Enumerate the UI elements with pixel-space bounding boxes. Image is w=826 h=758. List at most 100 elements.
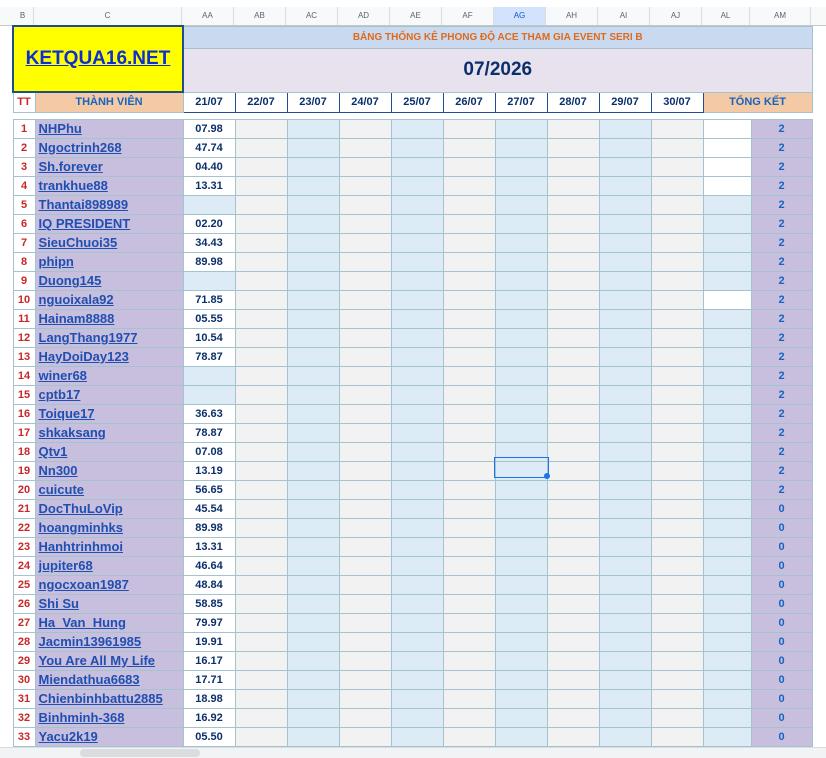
- score-cell[interactable]: [598, 308, 652, 329]
- score-cell[interactable]: [494, 403, 548, 424]
- score-cell[interactable]: [598, 175, 652, 196]
- score-cell-21-07[interactable]: 56.65: [182, 479, 236, 500]
- score-cell[interactable]: [546, 289, 600, 310]
- score-cell[interactable]: [338, 555, 392, 576]
- score-cell[interactable]: [598, 289, 652, 310]
- member-link[interactable]: Miendathua6683: [39, 672, 140, 687]
- score-cell[interactable]: [494, 707, 548, 728]
- score-cell[interactable]: [598, 593, 652, 614]
- score-cell[interactable]: [442, 213, 496, 234]
- score-cell[interactable]: [650, 175, 704, 196]
- score-cell[interactable]: [598, 118, 652, 139]
- score-cell[interactable]: [494, 270, 548, 291]
- score-cell[interactable]: [650, 555, 704, 576]
- al-cell[interactable]: [702, 232, 752, 253]
- score-cell[interactable]: [598, 688, 652, 709]
- score-cell[interactable]: [234, 384, 288, 405]
- member-link[interactable]: Thantai898989: [39, 197, 129, 212]
- column-header-ac[interactable]: AC: [286, 7, 338, 25]
- al-cell[interactable]: [702, 308, 752, 329]
- al-cell[interactable]: [702, 517, 752, 538]
- member-link[interactable]: Shi Su: [39, 596, 79, 611]
- score-cell[interactable]: [234, 726, 288, 747]
- column-header-ae[interactable]: AE: [390, 7, 442, 25]
- score-cell[interactable]: [546, 612, 600, 633]
- al-cell[interactable]: [702, 175, 752, 196]
- member-link[interactable]: Ngoctrinh268: [39, 140, 122, 155]
- al-cell[interactable]: [702, 726, 752, 747]
- score-cell[interactable]: [494, 479, 548, 500]
- score-cell[interactable]: [286, 384, 340, 405]
- score-cell-21-07[interactable]: 07.08: [182, 441, 236, 462]
- score-cell[interactable]: [390, 365, 444, 386]
- score-cell[interactable]: [442, 365, 496, 386]
- score-cell-21-07[interactable]: 48.84: [182, 574, 236, 595]
- score-cell[interactable]: [286, 137, 340, 158]
- score-cell[interactable]: [598, 669, 652, 690]
- score-cell[interactable]: [442, 669, 496, 690]
- scrollbar-thumb[interactable]: [80, 749, 200, 757]
- score-cell[interactable]: [650, 137, 704, 158]
- score-cell[interactable]: [338, 270, 392, 291]
- score-cell[interactable]: [598, 156, 652, 177]
- score-cell[interactable]: [546, 498, 600, 519]
- score-cell[interactable]: [390, 137, 444, 158]
- score-cell[interactable]: [390, 631, 444, 652]
- score-cell[interactable]: [286, 327, 340, 348]
- total-cell[interactable]: 2: [750, 384, 813, 405]
- score-cell[interactable]: [598, 574, 652, 595]
- score-cell[interactable]: [650, 346, 704, 367]
- score-cell[interactable]: [234, 479, 288, 500]
- member-link[interactable]: jupiter68: [39, 558, 93, 573]
- score-cell[interactable]: [442, 308, 496, 329]
- score-cell[interactable]: [650, 593, 704, 614]
- score-cell[interactable]: [546, 156, 600, 177]
- score-cell[interactable]: [546, 137, 600, 158]
- score-cell[interactable]: [338, 156, 392, 177]
- score-cell[interactable]: [286, 251, 340, 272]
- score-cell[interactable]: [546, 669, 600, 690]
- total-cell[interactable]: 2: [750, 194, 813, 215]
- total-cell[interactable]: 0: [750, 612, 813, 633]
- al-cell[interactable]: [702, 574, 752, 595]
- score-cell-21-07[interactable]: 78.87: [182, 422, 236, 443]
- score-cell[interactable]: [442, 251, 496, 272]
- score-cell[interactable]: [234, 118, 288, 139]
- score-cell-21-07[interactable]: 18.98: [182, 688, 236, 709]
- member-link[interactable]: Hainam8888: [39, 311, 115, 326]
- score-cell-21-07[interactable]: 34.43: [182, 232, 236, 253]
- score-cell[interactable]: [338, 346, 392, 367]
- score-cell[interactable]: [546, 175, 600, 196]
- score-cell[interactable]: [650, 688, 704, 709]
- site-link[interactable]: KETQUA16.NET: [26, 48, 171, 69]
- score-cell-21-07[interactable]: 89.98: [182, 517, 236, 538]
- score-cell[interactable]: [494, 688, 548, 709]
- score-cell[interactable]: [234, 707, 288, 728]
- score-cell[interactable]: [442, 175, 496, 196]
- score-cell[interactable]: [442, 118, 496, 139]
- score-cell[interactable]: [338, 118, 392, 139]
- score-cell[interactable]: [650, 232, 704, 253]
- column-header-ai[interactable]: AI: [598, 7, 650, 25]
- member-link[interactable]: Jacmin13961985: [39, 634, 142, 649]
- al-cell[interactable]: [702, 650, 752, 671]
- score-cell[interactable]: [442, 517, 496, 538]
- score-cell[interactable]: [286, 555, 340, 576]
- total-cell[interactable]: 2: [750, 118, 813, 139]
- score-cell[interactable]: [234, 688, 288, 709]
- score-cell-21-07[interactable]: 58.85: [182, 593, 236, 614]
- score-cell[interactable]: [546, 422, 600, 443]
- score-cell[interactable]: [598, 612, 652, 633]
- score-cell[interactable]: [650, 479, 704, 500]
- score-cell[interactable]: [494, 232, 548, 253]
- score-cell[interactable]: [390, 441, 444, 462]
- score-cell[interactable]: [286, 574, 340, 595]
- score-cell[interactable]: [234, 194, 288, 215]
- score-cell[interactable]: [650, 403, 704, 424]
- score-cell-21-07[interactable]: [182, 384, 236, 405]
- score-cell[interactable]: [650, 384, 704, 405]
- score-cell[interactable]: [650, 669, 704, 690]
- al-cell[interactable]: [702, 118, 752, 139]
- total-cell[interactable]: 0: [750, 498, 813, 519]
- total-cell[interactable]: 2: [750, 479, 813, 500]
